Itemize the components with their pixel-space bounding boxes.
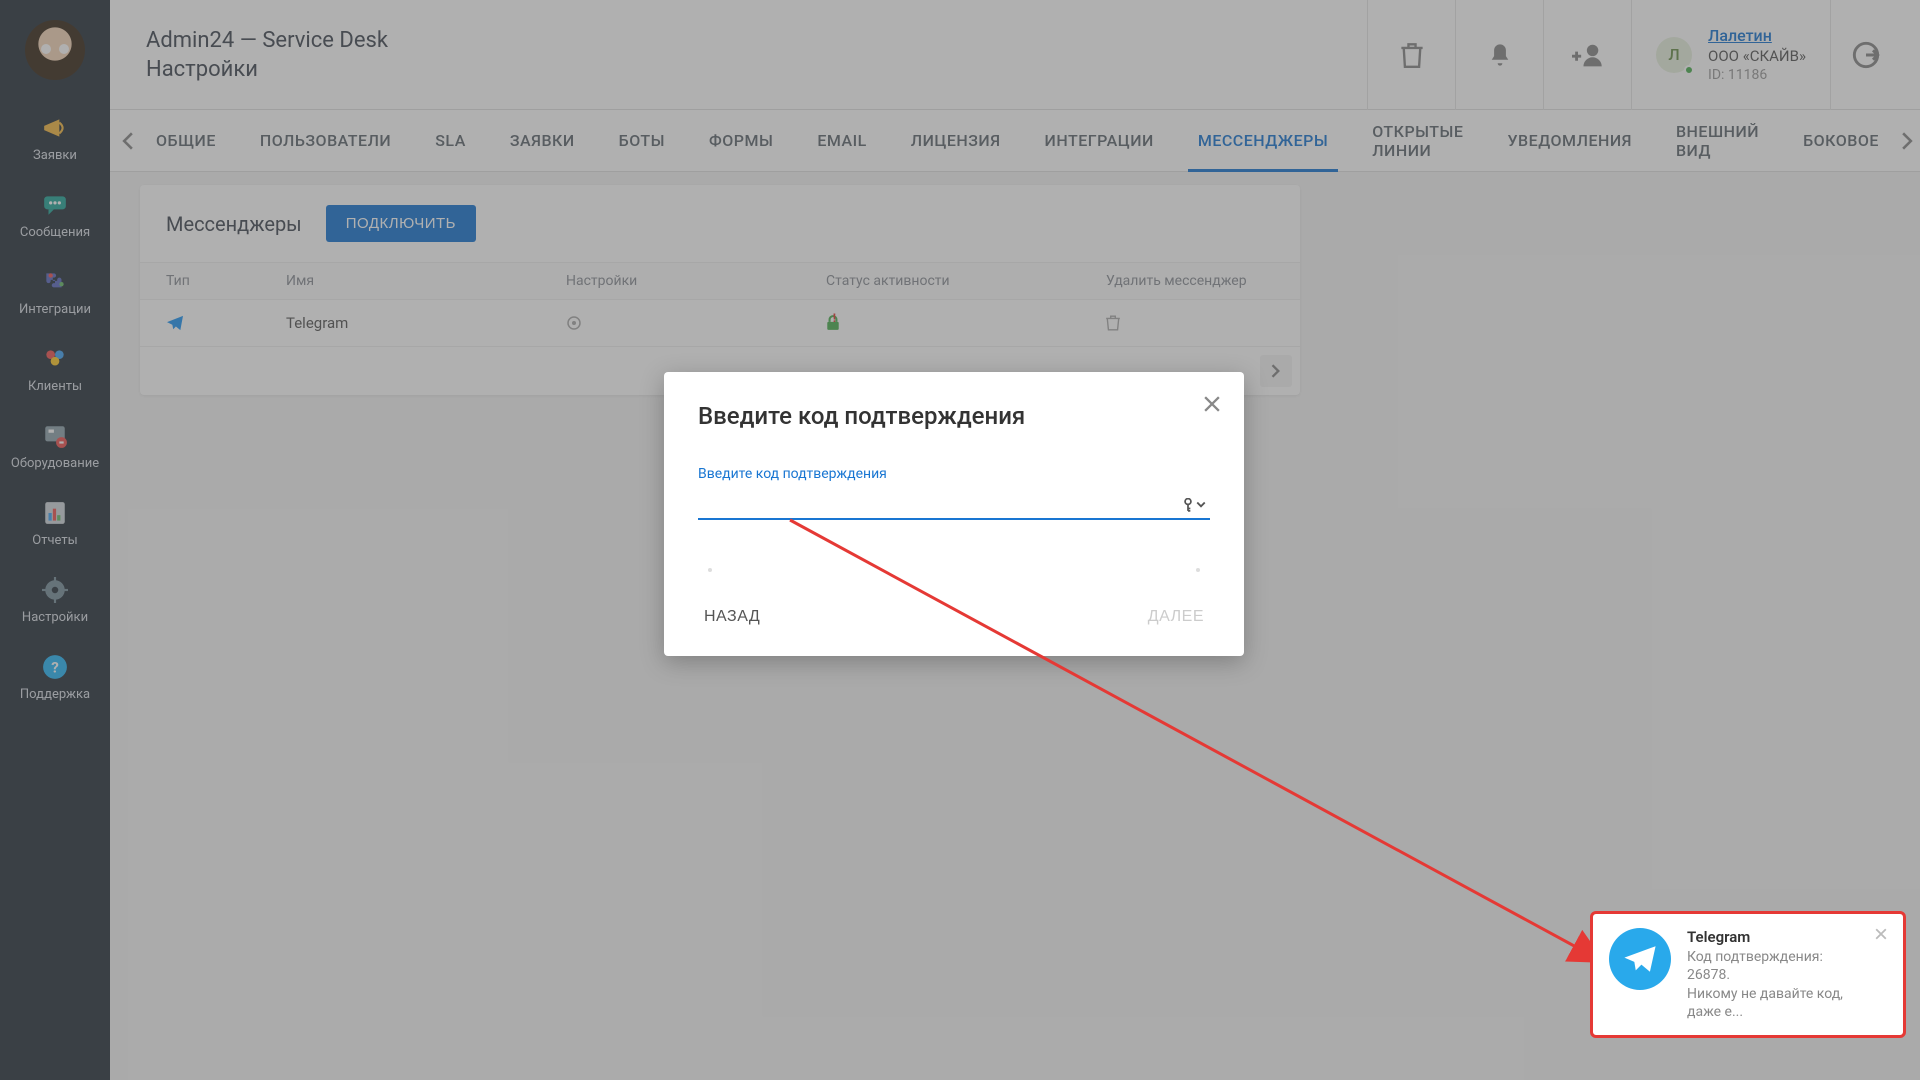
close-icon xyxy=(1204,396,1220,412)
toast-close-button[interactable] xyxy=(1875,928,1887,940)
telegram-toast[interactable]: Telegram Код подтверждения: 26878. Ником… xyxy=(1590,911,1906,1038)
code-field-label: Введите код подтверждения xyxy=(698,466,1210,482)
toast-text: Код подтверждения: 26878. Никому не дава… xyxy=(1687,948,1859,1021)
dialog-title: Введите код подтверждения xyxy=(698,402,1210,430)
back-button[interactable]: НАЗАД xyxy=(698,602,766,632)
code-input[interactable] xyxy=(698,486,1210,520)
next-button: ДАЛЕЕ xyxy=(1142,602,1210,632)
close-icon xyxy=(1875,928,1887,940)
dialog-close-button[interactable] xyxy=(1204,396,1220,412)
key-icon[interactable] xyxy=(1182,498,1206,512)
telegram-icon xyxy=(1609,928,1671,990)
confirmation-code-dialog: Введите код подтверждения Введите код по… xyxy=(664,372,1244,656)
toast-title: Telegram xyxy=(1687,928,1859,946)
dialog-stepper-dots xyxy=(708,568,1200,572)
